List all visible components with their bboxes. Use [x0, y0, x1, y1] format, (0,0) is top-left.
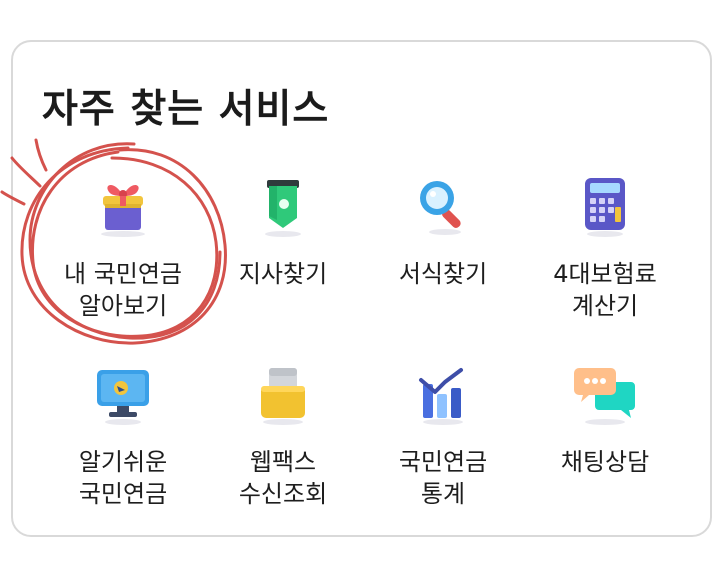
service-label-line1: 4대보험료 — [553, 260, 657, 288]
fax-icon — [261, 368, 305, 425]
service-label-line2: 알아보기 — [78, 292, 168, 320]
service-my-pension[interactable]: 내 국민연금 알아보기 — [35, 174, 211, 322]
service-label-line2: 수신조회 — [238, 480, 328, 508]
service-label-line1: 지사찾기 — [238, 260, 328, 288]
service-chat-consultation[interactable]: 채팅상담 — [517, 362, 693, 478]
service-find-forms[interactable]: 서식찾기 — [355, 174, 531, 290]
service-webfax-inquiry[interactable]: 웹팩스 수신조회 — [195, 362, 371, 510]
service-label-line1: 내 국민연금 — [63, 260, 183, 288]
service-label-line1: 서식찾기 — [398, 260, 488, 288]
service-easy-pension[interactable]: 알기쉬운 국민연금 — [35, 362, 211, 510]
service-label-line1: 채팅상담 — [560, 448, 650, 476]
chat-bubbles-icon — [574, 368, 635, 425]
service-find-branch[interactable]: 지사찾기 — [195, 174, 371, 290]
service-label-line1: 알기쉬운 — [78, 448, 168, 476]
service-pension-statistics[interactable]: 국민연금 통계 — [355, 362, 531, 510]
service-label-line2: 계산기 — [571, 292, 639, 320]
service-label-line1: 웹팩스 — [249, 448, 317, 476]
service-label-line2: 통계 — [420, 480, 466, 508]
section-title: 자주 찾는 서비스 — [42, 87, 330, 132]
location-pin-icon — [265, 180, 301, 237]
calculator-icon — [585, 178, 625, 237]
magnifier-icon — [420, 181, 461, 235]
service-label-line1: 국민연금 — [398, 448, 488, 476]
bar-chart-icon — [419, 368, 463, 425]
service-label-line2: 국민연금 — [78, 480, 168, 508]
stage: 자주 찾는 서비스 내 국민연금 알아보기 지사찾기 서식찾기 4대보험료 계산… — [0, 0, 723, 577]
monitor-icon — [97, 370, 149, 425]
gift-icon — [101, 185, 145, 237]
service-insurance-calculator[interactable]: 4대보험료 계산기 — [517, 174, 693, 322]
